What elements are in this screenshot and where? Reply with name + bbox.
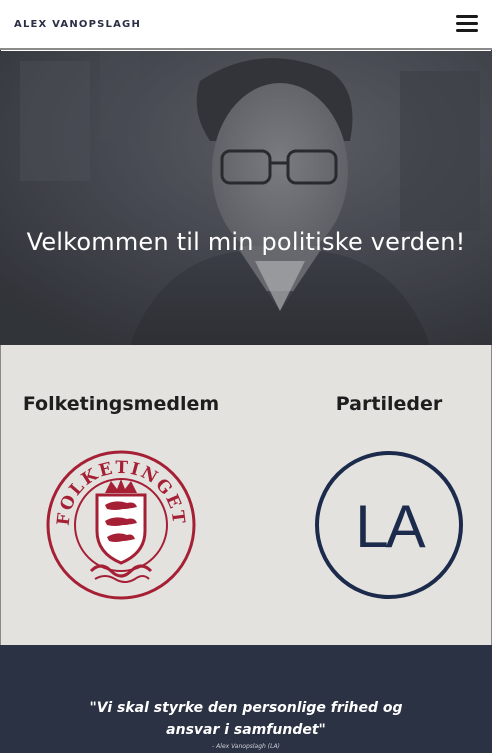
hero-title: Velkommen til min politiske verden! — [26, 228, 466, 256]
hamburger-menu-icon[interactable] — [456, 13, 478, 35]
quote-author: - Alex Vanopslagh (LA) — [212, 743, 280, 750]
hero-banner: Velkommen til min politiske verden! — [0, 51, 492, 345]
top-navbar: ALEX VANOPSLAGH — [0, 0, 492, 50]
folketinget-logo-icon[interactable]: FOLKETINGET — [45, 449, 197, 601]
roles-section: Folketingsmedlem Partileder FOLKETINGET … — [0, 345, 492, 645]
hero-portrait-image — [0, 51, 492, 345]
liberal-alliance-logo-icon[interactable]: LA — [313, 449, 465, 601]
quote-section: "Vi skal styrke den personlige frihed og… — [0, 645, 492, 753]
svg-text:LA: LA — [355, 493, 425, 560]
brand-link[interactable]: ALEX VANOPSLAGH — [14, 19, 141, 30]
quote-text: "Vi skal styrke den personlige frihed og… — [89, 700, 403, 738]
role-title-folketingsmedlem: Folketingsmedlem — [22, 393, 220, 415]
role-title-partileder: Partileder — [335, 393, 443, 415]
